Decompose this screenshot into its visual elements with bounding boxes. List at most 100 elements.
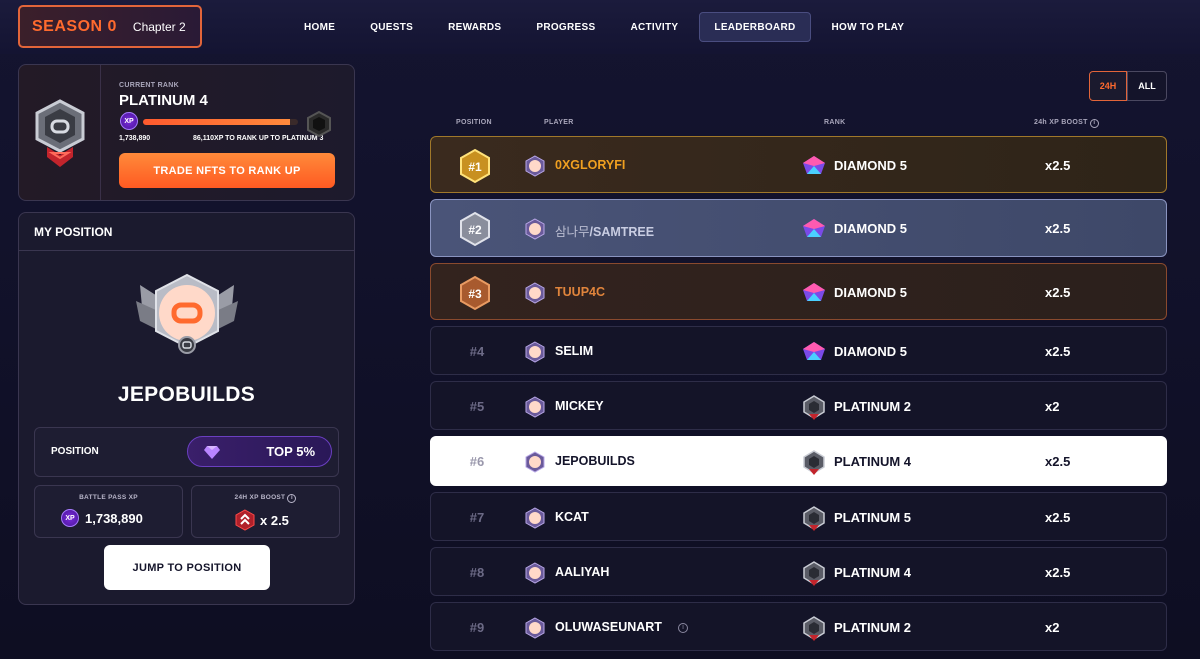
position-label: POSITION [51,446,99,457]
position-number: #3 [468,287,482,301]
player-name[interactable]: KCAT [555,510,589,524]
filter-all-button[interactable]: ALL [1127,71,1167,101]
col-player-header: PLAYER [544,119,574,126]
table-row[interactable]: #9 OLUWASEUNART PLATINUM 2 x2 i [430,602,1167,651]
player-avatar-icon [525,395,545,418]
position-number: #5 [469,398,485,414]
nav-leaderboard[interactable]: LEADERBOARD [699,12,811,42]
player-rank: PLATINUM 5 [834,509,912,525]
player-rank: DIAMOND 5 [834,343,907,359]
info-icon[interactable]: i [287,494,297,503]
battle-pass-label: BATTLE PASS XP [79,494,138,501]
table-row[interactable]: #2 삼나무/SAMTREE DIAMOND 5 x2.5 [430,199,1167,257]
info-icon[interactable]: i [678,623,688,633]
top-percent-pill: TOP 5% [187,436,332,467]
trade-nfts-button[interactable]: TRADE NFTS TO RANK UP [119,153,335,188]
platinum-rank-icon [803,450,825,475]
position-number: #6 [469,454,485,469]
my-position-title: MY POSITION [19,213,354,251]
season-selector[interactable]: SEASON 0 Chapter 2 [18,5,202,48]
player-name[interactable]: OLUWASEUNART [555,620,662,634]
platinum-rank-icon [803,560,825,586]
position-row: POSITION TOP 5% [34,427,339,477]
player-boost: x2 [1045,398,1060,414]
player-name[interactable]: JEPOBUILDS [555,454,635,468]
boost-value: x 2.5 [260,512,289,528]
platinum-rank-badge-icon [35,98,84,167]
player-avatar-icon [525,340,545,363]
info-icon[interactable]: i [1089,119,1099,128]
jump-to-position-button[interactable]: JUMP TO POSITION [104,545,270,590]
my-player-name: JEPOBUILDS [117,383,256,406]
player-avatar-icon [525,281,545,304]
xp-value: 1,738,890 [119,135,151,142]
next-rank-badge-icon [307,110,331,138]
table-row[interactable]: #6 JEPOBUILDS PLATINUM 4 x2.5 [430,436,1167,486]
position-number: #4 [469,343,485,359]
col-boost-header: 24h XP BOOST i [1034,119,1099,128]
player-name[interactable]: AALIYAH [555,565,609,579]
nav-quests[interactable]: QUESTS [356,12,427,42]
my-position-card: MY POSITION JEPOBUILDS POSITION TOP 5% B… [18,212,355,605]
table-row[interactable]: #4 SELIM DIAMOND 5 x2.5 [430,326,1167,375]
position-badge-icon: #1 [460,148,490,183]
player-rank: PLATINUM 2 [834,398,912,414]
player-boost: x2.5 [1045,343,1071,359]
current-rank-name: PLATINUM 4 [119,92,208,109]
boost-label: 24H XP BOOST [234,494,286,501]
gem-icon [204,446,220,459]
nav-how-to-play[interactable]: HOW TO PLAY [818,12,919,42]
table-row[interactable]: #8 AALIYAH PLATINUM 4 x2.5 [430,547,1167,596]
current-rank-label: CURRENT RANK [119,82,179,89]
rank-progress-fill [143,119,291,125]
table-row[interactable]: #1 0XGLORYFI DIAMOND 5 x2.5 [430,136,1167,193]
nav-home[interactable]: HOME [290,12,349,42]
player-rank: PLATINUM 4 [834,564,912,580]
player-rank: DIAMOND 5 [834,157,907,173]
position-number: #8 [469,564,485,580]
player-boost: x2.5 [1045,284,1071,300]
table-row[interactable]: #5 MICKEY PLATINUM 2 x2 [430,381,1167,430]
player-boost: x2 [1045,619,1060,635]
player-avatar-icon [525,218,545,240]
player-boost: x2.5 [1045,454,1071,469]
table-row[interactable]: #7 KCAT PLATINUM 5 x2.5 [430,492,1167,541]
player-name[interactable]: TUUP4C [555,285,605,299]
nav-activity[interactable]: ACTIVITY [616,12,692,42]
diamond-rank-icon [803,155,825,174]
position-number: #7 [469,509,485,525]
player-avatar-icon [525,154,545,177]
rank-badge-area [19,65,101,200]
filter-24h-button[interactable]: 24H [1089,71,1127,101]
diamond-rank-icon [803,282,825,301]
table-row[interactable]: #3 TUUP4C DIAMOND 5 x2.5 [430,263,1167,320]
position-badge-icon: #2 [460,211,490,247]
player-rank: PLATINUM 2 [834,619,912,635]
player-rank: DIAMOND 5 [834,284,907,300]
position-number: #2 [468,223,482,237]
col-rank-header: RANK [824,119,846,126]
player-name[interactable]: SELIM [555,344,593,358]
player-name[interactable]: MICKEY [555,399,604,413]
player-boost: x2.5 [1045,564,1071,580]
position-badge-icon: #3 [460,275,490,310]
current-rank-card: CURRENT RANK PLATINUM 4 XP 1,738,890 86,… [18,64,355,201]
top-percent-value: TOP 5% [266,444,315,459]
nav-rewards[interactable]: REWARDS [434,12,515,42]
top-bar: SEASON 0 Chapter 2 HOME QUESTS REWARDS P… [0,0,1200,54]
xp-icon: XP [120,112,138,130]
player-name[interactable]: 삼나무/SAMTREE [555,221,654,240]
rank-progress-bar [143,119,298,125]
player-avatar-icon [525,561,545,584]
nav-progress[interactable]: PROGRESS [522,12,609,42]
player-avatar-icon [136,273,238,354]
position-number: #9 [469,619,485,635]
player-boost: x2.5 [1045,509,1071,525]
player-avatar-icon [525,506,545,529]
platinum-rank-icon [803,615,825,641]
diamond-rank-icon [803,341,825,360]
xp-icon: XP [61,509,79,527]
battle-pass-value: 1,738,890 [85,510,143,526]
player-name[interactable]: 0XGLORYFI [555,158,625,172]
season-label: SEASON 0 [32,17,117,35]
